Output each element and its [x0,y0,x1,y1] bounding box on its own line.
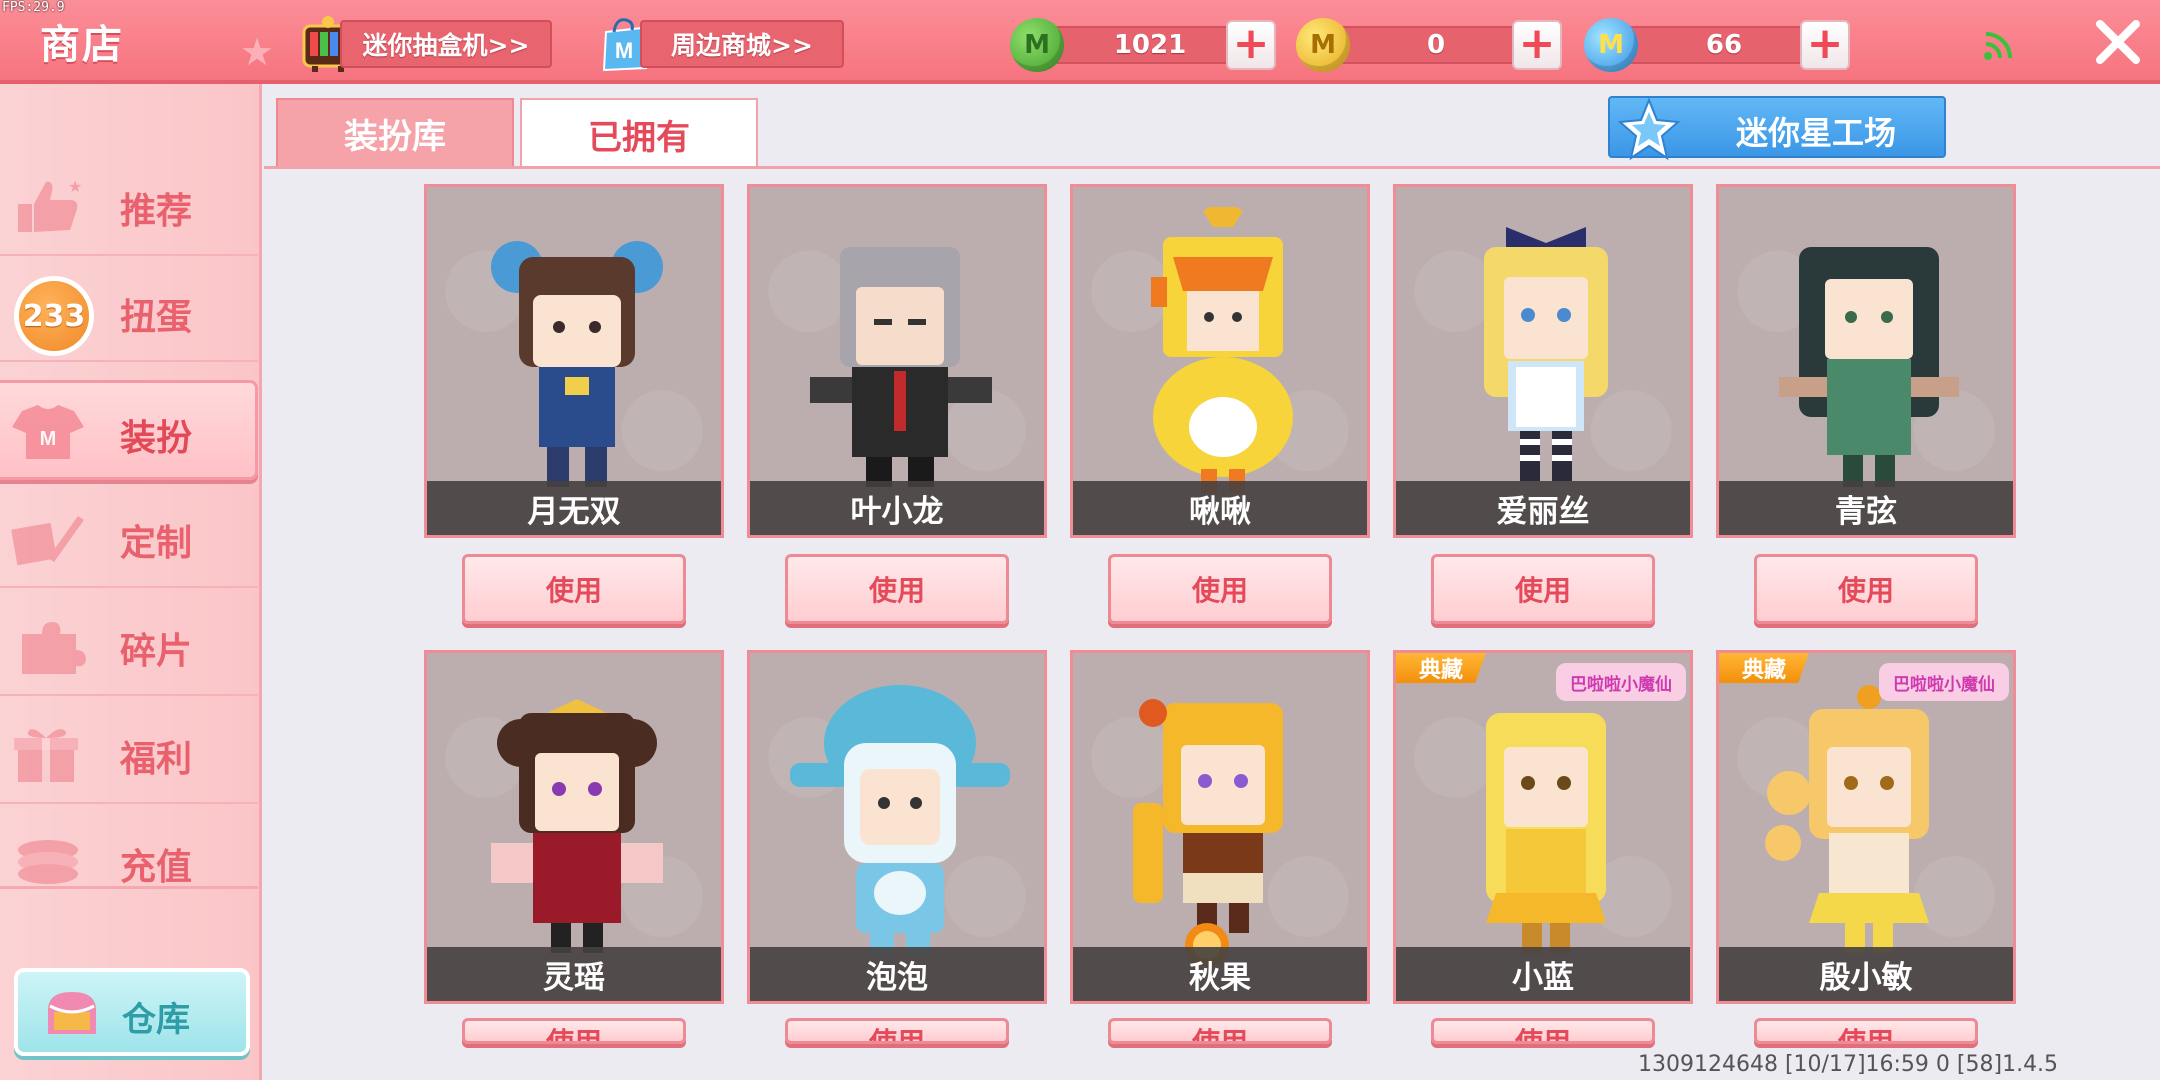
page-title: 商店 [40,22,124,68]
top-bar: 商店 ★ 迷你抽盒机>> M 周边商城>> 1021 M + 0 M + 66 … [0,0,2160,84]
sidebar-item-label: 扭蛋 [120,297,193,338]
merch-mall-link[interactable]: 周边商城>> [640,20,844,68]
star-icon [1617,97,1681,161]
use-button[interactable]: 使用 [1754,1018,1978,1044]
coins-icon [18,840,78,884]
svg-text:巴啦啦小魔仙: 巴啦啦小魔仙 [1893,674,1995,695]
capsule-count-badge: 233 [14,276,94,356]
skin-card[interactable]: 秋果 [1070,650,1370,1004]
tab-owned[interactable]: 已拥有 [520,98,758,168]
svg-text:★: ★ [68,177,82,196]
skin-name: 啾啾 [1073,481,1367,535]
currency-green-beans: 1021 M + [1010,18,1280,72]
sidebar-item-fragments[interactable]: 碎片 [0,596,258,696]
skin-name: 青弦 [1719,481,2013,535]
close-icon[interactable] [2090,14,2146,70]
skin-name: 小蓝 [1396,947,1690,1001]
tab-wardrobe[interactable]: 装扮库 [276,98,514,168]
blue-coin-icon: M [1584,18,1638,72]
sidebar: ★ 推荐 233 扭蛋 M 装扮 定制 碎片 福利 充值 仓库 [0,84,262,1080]
sidebar-item-label: 推荐 [120,191,193,232]
svg-text:巴啦啦小魔仙: 巴啦啦小魔仙 [1570,674,1672,695]
workshop-label: 迷你星工场 [1736,114,1897,152]
sidebar-item-label: 碎片 [120,631,193,672]
skin-card[interactable]: 爱丽丝 [1393,184,1693,538]
character-alice-figure [1484,227,1608,481]
skin-card[interactable]: 青弦 [1716,184,2016,538]
warehouse-icon [48,992,96,1034]
character-qiuguo-figure [1133,699,1283,967]
svg-text:M: M [615,38,633,63]
sidebar-item-welfare[interactable]: 福利 [0,704,258,804]
balala-fairy-logo: 巴啦啦小魔仙 [1556,663,1686,701]
signal-icon [1984,32,2012,60]
use-button[interactable]: 使用 [1108,1018,1332,1044]
gold-coin-icon: M [1296,18,1350,72]
character-paopao-figure [790,685,1010,955]
thumbs-up-icon: ★ [18,177,82,232]
use-button[interactable]: 使用 [1754,554,1978,624]
character-xiaolan-figure [1486,713,1606,953]
skin-card[interactable]: 啾啾 [1070,184,1370,538]
mini-workshop-button[interactable]: 迷你星工场 [1608,96,1946,161]
warehouse-label: 仓库 [122,1000,190,1040]
sidebar-item-dressup[interactable]: M 装扮 [0,380,258,480]
skin-card[interactable]: 典藏 巴啦啦小魔仙 小蓝 [1393,650,1693,1004]
sidebar-item-label: 充值 [120,847,193,888]
gift-icon [14,729,78,782]
character-ye-xiaolong-figure [810,247,992,487]
build-info: 1309124648 [10/17]16:59 0 [58]1.4.5 [1638,1052,2059,1077]
use-button[interactable]: 使用 [1431,554,1655,624]
use-button[interactable]: 使用 [462,554,686,624]
balala-fairy-logo: 巴啦啦小魔仙 [1879,663,2009,701]
sidebar-item-label: 定制 [120,523,193,564]
mini-gacha-link[interactable]: 迷你抽盒机>> [340,20,552,68]
skin-card[interactable]: 叶小龙 [747,184,1047,538]
sidebar-item-gacha[interactable]: 233 扭蛋 [0,262,258,362]
puzzle-icon [22,622,86,674]
use-button[interactable]: 使用 [1108,554,1332,624]
sidebar-item-customize[interactable]: 定制 [0,488,258,588]
skin-name: 爱丽丝 [1396,481,1690,535]
pencil-icon [11,516,84,566]
skin-card[interactable]: 月无双 [424,184,724,538]
use-button[interactable]: 使用 [462,1018,686,1044]
currency-blue-coins: 66 M + [1584,18,1854,72]
skin-name: 灵瑶 [427,947,721,1001]
add-gold-coins-button[interactable]: + [1512,20,1562,70]
skin-card[interactable]: 泡泡 [747,650,1047,1004]
warehouse-button[interactable]: 仓库 [14,968,250,1056]
svg-text:M: M [40,428,57,450]
sidebar-divider [0,886,258,889]
character-lingyao-figure [491,699,663,953]
skin-name: 叶小龙 [750,481,1044,535]
sidebar-item-recommend[interactable]: ★ 推荐 [0,156,258,256]
use-button[interactable]: 使用 [785,554,1009,624]
fps-counter: FPS:29.9 [2,0,65,15]
collection-badge: 典藏 [1396,653,1486,683]
add-green-beans-button[interactable]: + [1226,20,1276,70]
sidebar-item-recharge[interactable]: 充值 [0,812,258,888]
character-yin-xiaomin-figure [1765,685,1929,953]
skin-card[interactable]: 灵瑶 [424,650,724,1004]
use-button[interactable]: 使用 [785,1018,1009,1044]
sidebar-item-label: 装扮 [120,418,193,459]
character-qingxian-figure [1779,247,1959,487]
currency-gold-coins: 0 M + [1296,18,1566,72]
character-yue-wushuang-figure [491,241,663,487]
collection-badge: 典藏 [1719,653,1809,683]
character-jiujiu-figure [1151,207,1293,493]
skin-name: 秋果 [1073,947,1367,1001]
star-decoration-icon: ★ [240,30,275,74]
use-button[interactable]: 使用 [1431,1018,1655,1044]
skin-name: 殷小敏 [1719,947,2013,1001]
add-blue-coins-button[interactable]: + [1800,20,1850,70]
skin-name: 月无双 [427,481,721,535]
sidebar-item-label: 福利 [120,739,193,780]
skin-card[interactable]: 典藏 巴啦啦小魔仙 殷小敏 [1716,650,2016,1004]
tshirt-icon: M [12,405,84,459]
green-bean-coin-icon: M [1010,18,1064,72]
skin-name: 泡泡 [750,947,1044,1001]
